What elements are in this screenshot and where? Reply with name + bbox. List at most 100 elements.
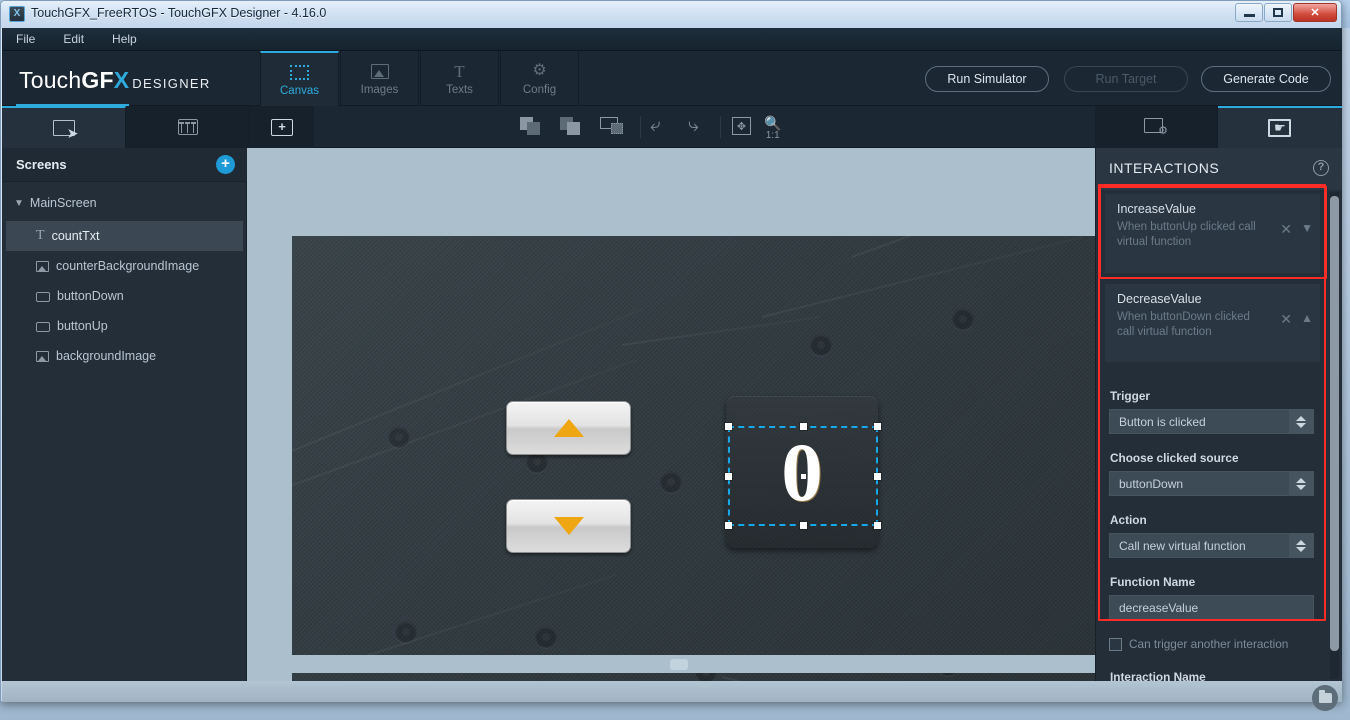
resize-handle-s[interactable] [800, 522, 807, 529]
canvas-area[interactable]: 0 [247, 148, 1096, 681]
interaction-card-description: When buttonUp clicked call virtual funct… [1117, 221, 1256, 248]
resize-handle-e[interactable] [874, 473, 881, 480]
screens-panel: Screens + ▼ MainScreen T countTxt counte… [2, 148, 247, 681]
text-t-icon: T [454, 61, 465, 81]
tab-images[interactable]: Images [340, 51, 419, 106]
close-button[interactable]: ✕ [1293, 3, 1337, 22]
menu-edit[interactable]: Edit [59, 30, 88, 48]
canvas-button-up[interactable] [506, 401, 631, 455]
clicked-source-value: buttonDown [1119, 476, 1184, 491]
left-tab-widget-properties[interactable] [126, 106, 250, 148]
resize-handle-n[interactable] [800, 423, 807, 430]
zoom-one-to-one-icon[interactable]: 🔍 1:1 [764, 116, 781, 141]
interactions-scrollbar-thumb[interactable] [1330, 196, 1339, 651]
trigger-select[interactable]: Button is clicked [1109, 409, 1314, 434]
chevron-up-icon[interactable]: ▲ [1301, 311, 1313, 325]
right-tab-interactions[interactable]: ☛ [1218, 106, 1342, 148]
canvas-button-down[interactable] [506, 499, 631, 553]
action-spinner[interactable] [1289, 534, 1313, 557]
send-to-back-icon[interactable] [560, 117, 582, 135]
bring-to-front-icon[interactable] [520, 117, 542, 135]
chevron-up-icon [1296, 539, 1306, 545]
function-name-label: Function Name [1110, 575, 1196, 589]
chevron-down-icon [1296, 546, 1306, 552]
tree-item-label: countTxt [51, 229, 100, 243]
add-screen-button[interactable]: + [216, 155, 235, 174]
restore-button[interactable] [1264, 3, 1292, 22]
chevron-up-icon [1296, 415, 1306, 421]
image-widget-icon [36, 259, 49, 273]
menu-file[interactable]: File [12, 30, 39, 48]
tree-item-counttxt[interactable]: T countTxt [6, 221, 243, 251]
image-widget-icon [36, 349, 49, 363]
chevron-down-icon [1296, 422, 1306, 428]
tab-config-label: Config [522, 84, 557, 96]
clicked-source-select[interactable]: buttonDown [1109, 471, 1314, 496]
run-simulator-button[interactable]: Run Simulator [925, 66, 1049, 92]
action-value: Call new virtual function [1119, 538, 1246, 553]
chevron-up-icon [1296, 477, 1306, 483]
gear-icon: ⚙ [532, 62, 547, 79]
can-trigger-checkbox-row[interactable]: Can trigger another interaction [1109, 637, 1288, 651]
trigger-spinner[interactable] [1289, 410, 1313, 433]
tab-images-label: Images [360, 84, 399, 96]
minimize-button[interactable] [1235, 3, 1263, 22]
folder-icon [1318, 690, 1332, 703]
undo-icon[interactable]: ⤶ [650, 116, 661, 135]
folder-button[interactable] [1312, 685, 1338, 711]
tree-item-buttonup[interactable]: buttonUp [6, 311, 243, 341]
interaction-card-increasevalue[interactable]: IncreaseValue When buttonUp clicked call… [1105, 194, 1320, 273]
interactions-panel: INTERACTIONS ? IncreaseValue When button… [1095, 148, 1342, 681]
resize-handle-ne[interactable] [874, 423, 881, 430]
screens-title: Screens [16, 157, 67, 172]
tree-item-label: MainScreen [29, 196, 97, 210]
tab-canvas[interactable]: Canvas [260, 51, 339, 106]
tab-config[interactable]: ⚙ Config [500, 51, 579, 106]
window-title: TouchGFX_FreeRTOS - TouchGFX Designer - … [31, 6, 327, 20]
left-tab-add-widget[interactable]: + [250, 106, 314, 148]
restore-icon [1273, 8, 1283, 17]
clicked-source-label: Choose clicked source [1110, 451, 1239, 465]
tree-item-buttondown[interactable]: buttonDown [6, 281, 243, 311]
chevron-down-icon [1296, 484, 1306, 490]
tree-item-backgroundimage[interactable]: backgroundImage [6, 341, 243, 371]
tree-item-counterbackgroundimage[interactable]: counterBackgroundImage [6, 251, 243, 281]
trigger-label: Trigger [1110, 389, 1150, 403]
bring-forward-icon[interactable] [600, 117, 626, 135]
window-controls: ✕ [1235, 3, 1337, 22]
minimize-icon [1243, 14, 1255, 17]
trigger-value: Button is clicked [1119, 414, 1206, 429]
fit-to-screen-icon[interactable]: ✥ [732, 117, 751, 135]
generate-code-button[interactable]: Generate Code [1201, 66, 1331, 92]
triangle-up-icon [553, 419, 584, 437]
chevron-down-icon[interactable]: ▼ [1301, 221, 1313, 235]
resize-handle-sw[interactable] [725, 522, 732, 529]
resize-handle-w[interactable] [725, 473, 732, 480]
interaction-card-decreasevalue[interactable]: DecreaseValue When buttonDown clicked ca… [1105, 284, 1320, 362]
touchgfx-designer-body: TouchGFX DESIGNER Canvas Images T Texts ⚙… [2, 51, 1342, 681]
screen-select-icon: ➤ [52, 120, 79, 141]
close-icon[interactable]: ✕ [1280, 221, 1292, 238]
action-select[interactable]: Call new virtual function [1109, 533, 1314, 558]
resize-handle-se[interactable] [874, 522, 881, 529]
status-bar [2, 681, 1342, 702]
selection-box[interactable] [725, 423, 881, 529]
menu-help[interactable]: Help [108, 30, 141, 48]
interaction-card-name: IncreaseValue [1117, 202, 1196, 216]
canvas-scrollbar-thumb[interactable] [670, 659, 688, 670]
left-tab-screen-select[interactable]: ➤ [2, 106, 126, 148]
tab-texts[interactable]: T Texts [420, 51, 499, 106]
close-icon[interactable]: ✕ [1280, 311, 1292, 328]
tree-item-label: buttonUp [57, 319, 108, 333]
tree-item-mainscreen[interactable]: ▼ MainScreen [6, 188, 243, 218]
tree-item-label: buttonDown [57, 289, 124, 303]
right-tab-screen-settings[interactable]: ⚙ [1095, 106, 1218, 148]
redo-icon[interactable]: ⤷ [688, 116, 699, 135]
function-name-input[interactable]: decreaseValue [1109, 595, 1314, 620]
can-trigger-checkbox[interactable] [1109, 637, 1122, 651]
clicked-source-spinner[interactable] [1289, 472, 1313, 495]
screen-canvas[interactable] [292, 236, 1096, 681]
help-icon[interactable]: ? [1313, 160, 1329, 176]
interaction-card-name: DecreaseValue [1117, 292, 1202, 306]
resize-handle-nw[interactable] [725, 423, 732, 430]
